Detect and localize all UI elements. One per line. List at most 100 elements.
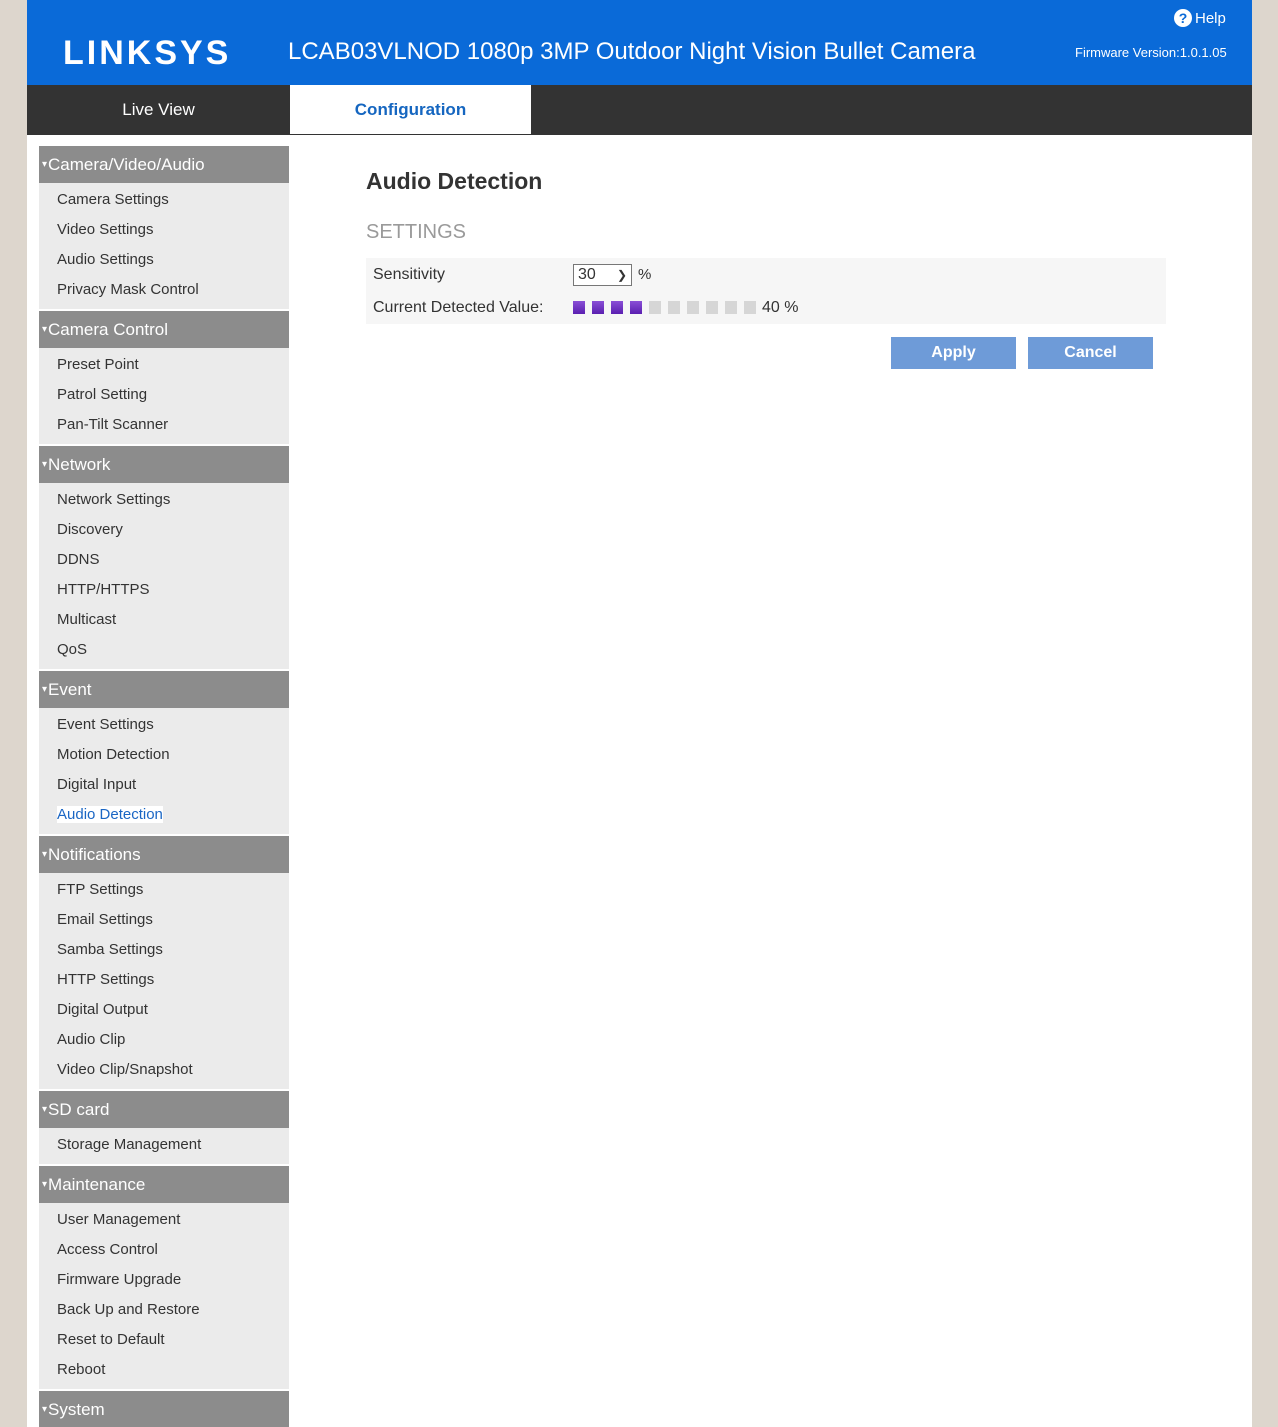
level-bar [592,301,604,314]
sidebar-section-items: Event Settings Motion Detection Digital In… [39,708,289,834]
sidebar-item-label: HTTP/HTTPS [57,581,150,598]
cancel-button[interactable]: Cancel [1028,337,1153,369]
sidebar-item-video-settings[interactable]: Video Settings [39,215,289,245]
caret-down-icon: ▾ [42,1179,48,1190]
sidebar-item-privacy-mask-control[interactable]: Privacy Mask Control [39,275,289,305]
sidebar-item-audio-clip[interactable]: Audio Clip [39,1025,289,1055]
sidebar-item-label: Network Settings [57,491,171,508]
sidebar-item-digital-output[interactable]: Digital Output [39,995,289,1025]
sidebar-item-label: Video Clip/Snapshot [57,1061,193,1078]
header-bar: LINKSYS LCAB03VLNOD 1080p 3MP Outdoor Ni… [27,0,1252,85]
caret-down-icon: ▾ [42,459,48,470]
sidebar-item-label: Pan-Tilt Scanner [57,416,169,433]
sidebar-section-items: Camera Settings Video Settings Audio Setti… [39,183,289,309]
sidebar-section-items: User Management Access Control Firmware Up… [39,1203,289,1389]
sidebar-item-label: Firmware Upgrade [57,1271,182,1288]
sidebar-section-camera-video-audio[interactable]: ▾ Camera/Video/Audio [39,146,289,183]
audio-level-meter [573,301,756,314]
sidebar-item-label: Privacy Mask Control [57,281,199,298]
sidebar-section-sd-card[interactable]: ▾ SD card [39,1091,289,1128]
sidebar-item-patrol-setting[interactable]: Patrol Setting [39,380,289,410]
sidebar-item-event-settings[interactable]: Event Settings [39,710,289,740]
sidebar-item-label: Email Settings [57,911,153,928]
sidebar-section-title: Maintenance [48,1174,146,1194]
sidebar-section-items: Network Settings Discovery DDNS HTTP/HTTPS M… [39,483,289,669]
sidebar-item-label: DDNS [57,551,100,568]
apply-button[interactable]: Apply [891,337,1016,369]
sensitivity-label: Sensitivity [373,265,446,283]
sidebar-section-maintenance[interactable]: ▾ Maintenance [39,1166,289,1203]
sidebar-item-camera-settings[interactable]: Camera Settings [39,185,289,215]
sidebar-item-label: FTP Settings [57,881,144,898]
sidebar-item-digital-input[interactable]: Digital Input [39,770,289,800]
sidebar-item-samba-settings[interactable]: Samba Settings [39,935,289,965]
sidebar-nav: ▾ Camera/Video/Audio Camera Settings Video … [39,146,289,1427]
sidebar-section-title: Notifications [48,844,141,864]
level-bar [687,301,699,314]
sidebar-item-label: Storage Management [57,1136,202,1153]
sidebar-item-ddns[interactable]: DDNS [39,545,289,575]
sidebar-item-pan-tilt-scanner[interactable]: Pan-Tilt Scanner [39,410,289,440]
sidebar-section-items: FTP Settings Email Settings Samba Settings… [39,873,289,1089]
sidebar-item-http-settings[interactable]: HTTP Settings [39,965,289,995]
level-bar [725,301,737,314]
main-tab-bar: Live View Configuration [27,85,1252,135]
sensitivity-select[interactable]: 30 ❯ [573,263,632,286]
sidebar-item-motion-detection[interactable]: Motion Detection [39,740,289,770]
action-buttons: Apply Cancel [366,337,1166,369]
sidebar-item-audio-detection[interactable]: Audio Detection [39,800,289,830]
sidebar-item-reset-to-default[interactable]: Reset to Default [39,1325,289,1355]
sidebar-item-qos[interactable]: QoS [39,635,289,665]
sidebar-item-storage-management[interactable]: Storage Management [39,1130,289,1160]
help-label: Help [1195,9,1226,27]
sidebar-item-label: Back Up and Restore [57,1301,200,1318]
level-bar [668,301,680,314]
sidebar-section-network[interactable]: ▾ Network [39,446,289,483]
sidebar-item-multicast[interactable]: Multicast [39,605,289,635]
caret-down-icon: ▾ [42,1404,48,1415]
sidebar-item-network-settings[interactable]: Network Settings [39,485,289,515]
page-frame: LINKSYS LCAB03VLNOD 1080p 3MP Outdoor Ni… [27,0,1252,1427]
sidebar-item-user-management[interactable]: User Management [39,1205,289,1235]
sidebar-item-preset-point[interactable]: Preset Point [39,350,289,380]
caret-down-icon: ▾ [42,159,48,170]
help-icon: ? [1174,9,1192,27]
firmware-version: Firmware Version:1.0.1.05 [1075,45,1227,60]
sidebar-item-label: Camera Settings [57,191,169,208]
sidebar-item-label: Patrol Setting [57,386,148,403]
sidebar-item-label: Reboot [57,1361,106,1378]
caret-down-icon: ▾ [42,849,48,860]
level-bar [706,301,718,314]
sidebar-item-access-control[interactable]: Access Control [39,1235,289,1265]
page-title: Audio Detection [366,168,543,194]
sidebar-section-items: Preset Point Patrol Setting Pan-Tilt Scann… [39,348,289,444]
sidebar-section-notifications[interactable]: ▾ Notifications [39,836,289,873]
sensitivity-unit: % [638,266,652,283]
sidebar-item-audio-settings[interactable]: Audio Settings [39,245,289,275]
sidebar-item-discovery[interactable]: Discovery [39,515,289,545]
sidebar-item-label: Motion Detection [57,746,170,763]
tab-configuration[interactable]: Configuration [290,85,531,134]
sidebar-item-reboot[interactable]: Reboot [39,1355,289,1385]
sensitivity-value: 30 [578,265,596,283]
help-link[interactable]: ? Help [1174,9,1226,27]
tab-live-view[interactable]: Live View [27,85,290,134]
sidebar-item-firmware-upgrade[interactable]: Firmware Upgrade [39,1265,289,1295]
sidebar-item-back-up-and-restore[interactable]: Back Up and Restore [39,1295,289,1325]
sidebar-section-camera-control[interactable]: ▾ Camera Control [39,311,289,348]
detected-value-row: Current Detected Value: 40 % [366,291,1166,324]
sidebar-item-label: User Management [57,1211,181,1228]
sidebar-item-label: Audio Detection [57,806,163,823]
sidebar-item-video-clip-snapshot[interactable]: Video Clip/Snapshot [39,1055,289,1085]
detected-value-text: 40 % [762,298,799,316]
detected-value-label: Current Detected Value: [373,298,544,316]
sidebar-item-email-settings[interactable]: Email Settings [39,905,289,935]
sidebar-item-label: Video Settings [57,221,154,238]
level-bar [649,301,661,314]
sidebar-item-label: Discovery [57,521,123,538]
sidebar-section-event[interactable]: ▾ Event [39,671,289,708]
sidebar-item-http-https[interactable]: HTTP/HTTPS [39,575,289,605]
sidebar-section-system[interactable]: ▾ System [39,1391,289,1427]
sidebar-item-label: Multicast [57,611,117,628]
sidebar-item-ftp-settings[interactable]: FTP Settings [39,875,289,905]
